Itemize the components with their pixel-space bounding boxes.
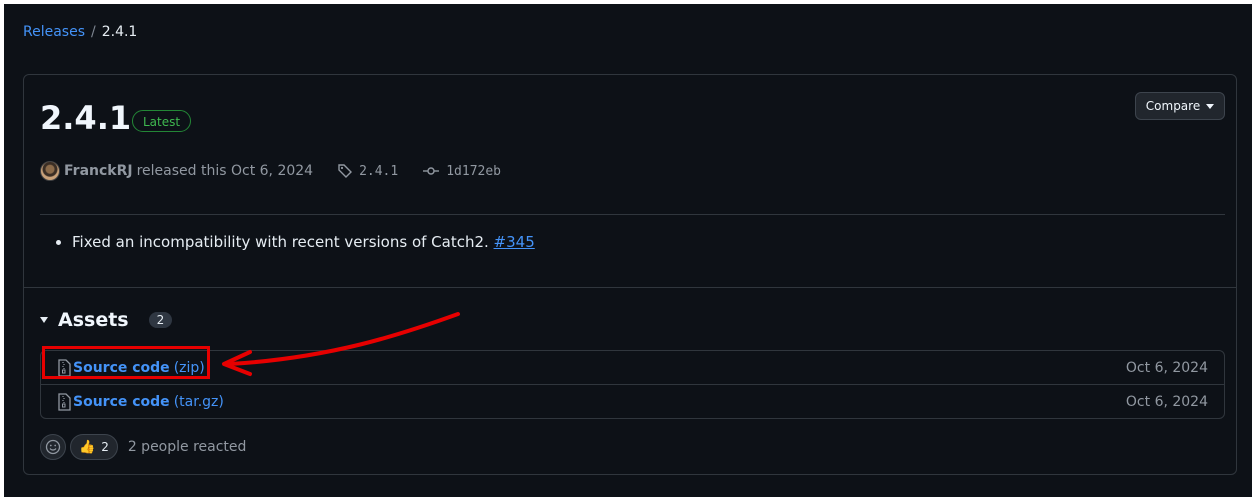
smiley-icon: [45, 439, 61, 455]
triangle-down-icon: [40, 317, 48, 323]
note-item: Fixed an incompatibility with recent ver…: [72, 233, 535, 251]
asset-date: Oct 6, 2024: [1125, 393, 1208, 410]
issue-link[interactable]: #345: [494, 233, 535, 251]
released-text: released this Oct 6, 2024: [136, 163, 314, 179]
reaction-count: 2: [101, 440, 109, 454]
file-zip-icon: [58, 392, 71, 411]
chevron-down-icon: [1206, 103, 1215, 109]
asset-date: Oct 6, 2024: [1125, 359, 1208, 376]
breadcrumb-current: 2.4.1: [101, 24, 138, 40]
commit-hash: 1d172eb: [446, 163, 502, 179]
tag-name: 2.4.1: [359, 163, 399, 179]
commit-icon: [423, 167, 440, 175]
annotation-arrow-icon: [222, 312, 460, 376]
release-notes: Fixed an incompatibility with recent ver…: [58, 233, 535, 251]
annotation-highlight-box: [42, 346, 210, 379]
asset-ext: (tar.gz): [173, 393, 224, 410]
thumbs-up-icon: 👍: [79, 439, 96, 455]
thumbs-up-reaction[interactable]: 👍 2: [70, 434, 118, 460]
release-version: 2.4.1: [40, 99, 132, 137]
compare-button[interactable]: Compare: [1135, 92, 1225, 120]
assets-toggle[interactable]: Assets 2: [40, 309, 173, 331]
assets-title: Assets: [58, 309, 129, 331]
commit-link[interactable]: 1d172eb: [422, 163, 501, 179]
breadcrumb-releases-link[interactable]: Releases: [23, 24, 85, 40]
divider: [24, 287, 1236, 288]
tag-link[interactable]: 2.4.1: [337, 163, 398, 179]
asset-link-targz[interactable]: Source code (tar.gz): [73, 394, 224, 410]
asset-row-targz: Source code (tar.gz) Oct 6, 2024: [41, 384, 1224, 418]
divider: [40, 214, 1225, 215]
note-text: Fixed an incompatibility with recent ver…: [72, 233, 494, 251]
breadcrumb: Releases / 2.4.1: [23, 24, 137, 40]
breadcrumb-separator: /: [91, 24, 96, 40]
add-reaction-button[interactable]: [40, 434, 66, 460]
tag-icon: [338, 164, 353, 178]
release-card: 2.4.1 Latest Compare FranckRJ released t…: [23, 74, 1237, 475]
release-meta: FranckRJ released this Oct 6, 2024 2.4.1…: [40, 161, 501, 181]
compare-label: Compare: [1145, 99, 1201, 113]
reactions-bar: 👍 2 2 people reacted: [40, 434, 246, 460]
latest-badge: Latest: [132, 110, 192, 132]
asset-name: Source code: [73, 393, 170, 410]
reaction-summary: 2 people reacted: [127, 439, 247, 455]
author-link[interactable]: FranckRJ: [64, 163, 133, 179]
assets-count-badge: 2: [148, 312, 173, 328]
avatar[interactable]: [40, 161, 60, 181]
